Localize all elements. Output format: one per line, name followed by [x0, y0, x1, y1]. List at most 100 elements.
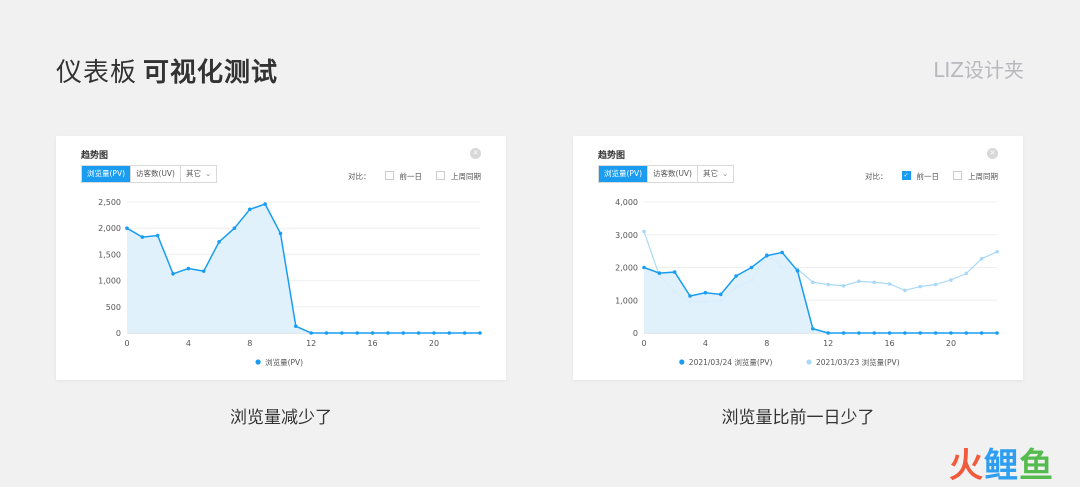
y-tick-label: 500	[106, 303, 121, 312]
data-point	[324, 331, 329, 335]
y-tick-label: 2,000	[615, 264, 638, 273]
data-point	[294, 324, 298, 328]
data-point	[355, 331, 360, 335]
data-point	[872, 331, 877, 335]
data-point	[125, 226, 129, 230]
y-tick-label: 1,000	[615, 296, 638, 305]
data-point-compare	[826, 282, 830, 287]
x-tick-label: 4	[186, 339, 191, 348]
data-point	[811, 326, 815, 331]
y-tick-label: 4,000	[615, 198, 638, 207]
data-point	[749, 265, 754, 270]
x-tick-label: 12	[823, 339, 833, 348]
brand-label: LIZ设计夹	[933, 58, 1024, 82]
data-point	[186, 266, 191, 271]
data-point-compare	[979, 256, 984, 261]
data-point	[171, 271, 175, 276]
data-point-compare	[949, 278, 953, 282]
page-title: 仪表板 可视化测试	[56, 52, 278, 89]
y-tick-label: 2,000	[98, 224, 121, 233]
trend-card-left: 趋势图 ✕ 浏览量(PV) 访客数(UV) 其它 ⌄ 对比： 前一日 上周同期 0…	[56, 136, 506, 380]
data-point	[416, 331, 421, 335]
data-point	[672, 270, 677, 274]
data-point-compare	[811, 280, 815, 285]
caption-right: 浏览量比前一日少了	[721, 408, 875, 428]
legend-marker	[806, 359, 812, 365]
data-point	[688, 294, 692, 298]
x-tick-label: 20	[429, 339, 439, 348]
data-point	[309, 331, 313, 335]
series-area	[127, 204, 480, 333]
x-tick-label: 16	[367, 339, 377, 348]
data-point	[933, 331, 938, 335]
data-point	[964, 331, 969, 335]
data-point-compare	[642, 229, 646, 234]
data-point	[718, 292, 723, 297]
x-tick-label: 0	[124, 339, 129, 348]
data-point-compare	[857, 279, 861, 284]
data-point	[155, 233, 160, 238]
data-point	[764, 253, 769, 258]
y-tick-label: 0	[633, 329, 638, 338]
data-point	[979, 331, 984, 335]
data-point	[263, 202, 267, 206]
data-point-compare	[887, 282, 892, 286]
data-point-compare	[933, 282, 938, 287]
data-point	[826, 331, 830, 335]
x-tick-label: 0	[641, 339, 646, 348]
data-point	[140, 235, 145, 239]
data-point	[795, 268, 800, 273]
data-point	[949, 331, 953, 335]
logo-char-1: 火	[949, 446, 984, 486]
data-point	[232, 226, 237, 230]
trend-chart-right: 0 1,000 2,000 3,000 4,000 0 4 8 12 16 20 2021/03/24…	[615, 198, 999, 367]
logo-char-3: 鱼	[1019, 446, 1054, 486]
y-tick-label: 1,500	[98, 250, 121, 259]
page-title-bold: 可视化测试	[143, 58, 279, 88]
data-point	[857, 331, 861, 335]
data-point	[462, 331, 467, 335]
y-tick-label: 3,000	[615, 231, 638, 240]
data-point	[780, 250, 784, 255]
data-point	[887, 331, 892, 335]
y-tick-label: 0	[116, 329, 121, 338]
data-point-compare	[918, 284, 923, 289]
data-point	[734, 274, 738, 278]
data-point	[657, 271, 662, 275]
legend-label: 2021/03/23 浏览量(PV)	[816, 357, 900, 367]
data-point	[201, 269, 206, 273]
data-point	[401, 331, 406, 335]
data-point	[703, 290, 708, 295]
x-tick-label: 12	[306, 339, 316, 348]
data-point	[370, 331, 375, 335]
data-point-compare	[964, 271, 969, 276]
data-point	[278, 231, 283, 236]
data-point-compare	[841, 284, 846, 288]
trend-chart-left: 0 500 1,000 1,500 2,000 2,500 0 4 8 12 16 20 浏览量(PV)	[98, 198, 482, 367]
x-tick-label: 8	[764, 339, 769, 348]
legend-marker	[679, 359, 685, 365]
x-tick-label: 4	[703, 339, 708, 348]
y-tick-label: 1,000	[98, 277, 121, 286]
legend-label: 2021/03/24 浏览量(PV)	[689, 357, 773, 367]
trend-card-right: 趋势图 ✕ 浏览量(PV) 访客数(UV) 其它 ⌄ 对比： ✓ 前一日 上周同期…	[573, 136, 1023, 380]
series-line-compare	[643, 231, 998, 303]
page-title-regular: 仪表板	[56, 58, 138, 88]
x-tick-label: 20	[946, 339, 956, 348]
data-point	[918, 331, 923, 335]
data-point	[386, 331, 390, 335]
data-point-compare	[903, 288, 907, 293]
data-point	[478, 331, 482, 335]
logo-char-2: 鲤	[984, 446, 1019, 486]
data-point-compare	[872, 280, 877, 285]
data-point	[447, 331, 452, 335]
y-tick-label: 2,500	[98, 198, 121, 207]
caption-left: 浏览量减少了	[230, 408, 332, 428]
data-point	[642, 265, 646, 270]
data-point	[903, 331, 907, 335]
data-point	[340, 331, 344, 335]
data-point	[217, 240, 221, 244]
x-tick-label: 8	[247, 339, 252, 348]
series-area	[644, 252, 997, 333]
legend-marker	[255, 359, 261, 365]
